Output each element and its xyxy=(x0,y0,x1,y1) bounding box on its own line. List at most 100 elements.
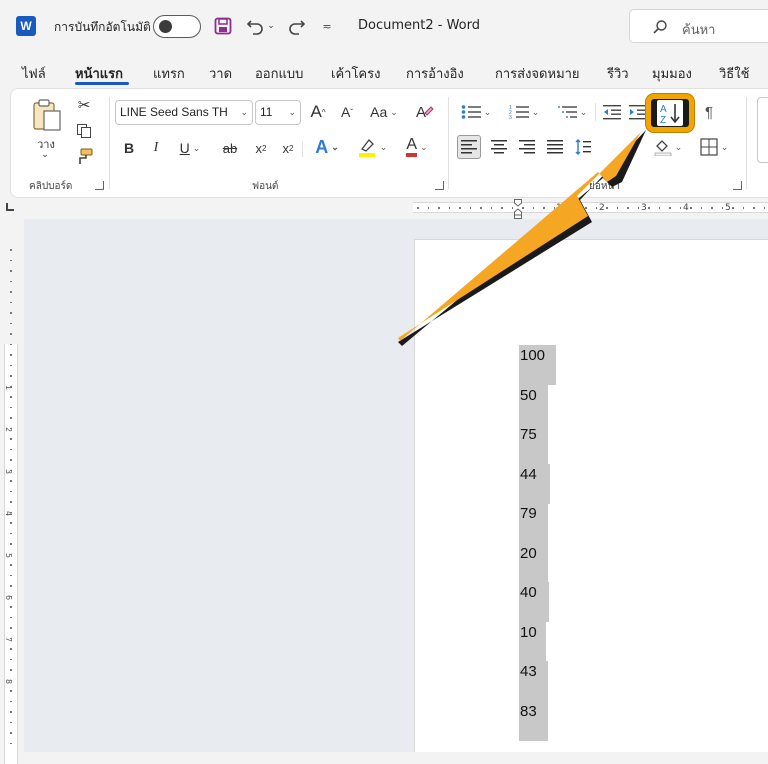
align-left-button[interactable] xyxy=(457,135,481,159)
indent-marker[interactable] xyxy=(514,199,522,219)
shading-button[interactable]: ⌄ xyxy=(651,135,685,159)
vertical-ruler: 1 2 3 4 5 6 7 8 xyxy=(4,219,18,764)
underline-button[interactable]: U ⌄ xyxy=(173,137,207,159)
ruler-tick xyxy=(10,354,12,356)
document-line[interactable]: 50 xyxy=(519,385,548,425)
copy-icon[interactable] xyxy=(74,121,94,141)
tab-design[interactable]: ออกแบบ xyxy=(255,63,303,84)
tab-references[interactable]: การอ้างอิง xyxy=(406,63,464,84)
svg-text:3: 3 xyxy=(509,115,512,120)
tab-draw[interactable]: วาด xyxy=(209,63,232,84)
decrease-indent-icon[interactable] xyxy=(601,101,623,123)
shrink-font-button[interactable]: Aˇ xyxy=(336,101,358,123)
tab-layout[interactable]: เค้าโครง xyxy=(331,63,380,84)
format-painter-icon[interactable] xyxy=(74,147,94,167)
tab-view[interactable]: มุมมอง xyxy=(652,63,692,84)
numbering-button[interactable]: 1 2 3 ⌄ xyxy=(505,101,543,123)
line-spacing-icon[interactable] xyxy=(571,135,595,159)
multilevel-list-button[interactable]: ⌄ xyxy=(553,101,591,123)
ruler-number: 3 xyxy=(641,203,647,213)
undo-dropdown-chevron-icon[interactable]: ⌄ xyxy=(266,14,276,38)
sort-button[interactable]: AZ xyxy=(646,94,694,132)
ruler-tick xyxy=(10,721,12,723)
document-line[interactable]: 75 xyxy=(519,424,548,464)
ruler-strip[interactable]: 1 2 3 4 5 xyxy=(413,202,768,213)
ruler-tick xyxy=(10,595,12,597)
font-launcher-icon[interactable] xyxy=(435,181,444,190)
tab-home[interactable]: หน้าแรก xyxy=(75,63,123,84)
ruler-tick xyxy=(753,207,755,209)
sort-az-icon: AZ xyxy=(657,100,683,126)
document-line[interactable]: 100 xyxy=(519,345,556,385)
ruler-tick xyxy=(10,564,12,566)
ruler-tick xyxy=(480,207,482,209)
redo-icon[interactable] xyxy=(286,14,308,38)
highlight-color-button[interactable]: ⌄ xyxy=(353,135,391,159)
ruler-tick xyxy=(469,207,471,209)
bold-button[interactable]: B xyxy=(119,137,139,159)
ruler-tick xyxy=(10,364,12,366)
superscript-button[interactable]: x2 xyxy=(278,137,298,159)
ruler-tick xyxy=(10,522,12,524)
document-page[interactable] xyxy=(414,239,768,752)
save-icon[interactable] xyxy=(212,14,234,38)
show-formatting-marks-icon[interactable]: ¶ xyxy=(701,101,717,123)
autosave-toggle[interactable] xyxy=(153,15,201,38)
ruler-tick xyxy=(10,438,12,440)
ruler-tick xyxy=(448,207,450,209)
document-line[interactable]: 44 xyxy=(519,464,550,504)
svg-text:A: A xyxy=(416,104,426,121)
ruler-tick xyxy=(742,207,744,209)
italic-button[interactable]: I xyxy=(146,137,166,159)
document-line[interactable]: 79 xyxy=(519,503,548,543)
cut-icon[interactable]: ✂ xyxy=(74,95,94,115)
ruler-tick xyxy=(564,207,566,209)
document-line[interactable]: 10 xyxy=(519,622,546,662)
tab-help[interactable]: วิธีใช้ xyxy=(719,63,749,84)
ruler-tick xyxy=(10,249,12,251)
font-size-combo[interactable]: 11 ⌄ xyxy=(255,100,301,125)
ruler-tick xyxy=(10,312,12,314)
strikethrough-button[interactable]: ab xyxy=(218,137,242,159)
ruler-tick xyxy=(511,207,513,209)
document-line[interactable]: 83 xyxy=(519,701,548,741)
font-color-button[interactable]: A ⌄ xyxy=(399,135,435,159)
document-line[interactable]: 43 xyxy=(519,661,548,701)
font-name-combo[interactable]: LINE Seed Sans TH ⌄ xyxy=(115,100,253,125)
search-placeholder: ค้นหา xyxy=(682,23,716,38)
grow-font-button[interactable]: A ^ xyxy=(307,101,329,123)
search-box[interactable]: ค้นหา xyxy=(629,9,768,43)
bullets-button[interactable]: ⌄ xyxy=(457,101,495,123)
align-right-icon[interactable] xyxy=(515,135,539,159)
change-case-button[interactable]: Aa ⌄ xyxy=(366,101,402,123)
styles-gallery[interactable] xyxy=(757,97,768,163)
tab-selector-icon[interactable] xyxy=(6,203,14,211)
justify-icon[interactable] xyxy=(543,135,567,159)
paragraph-launcher-icon[interactable] xyxy=(733,181,742,190)
document-line[interactable]: 20 xyxy=(519,543,548,583)
text-effects-button[interactable]: A ⌄ xyxy=(309,135,345,159)
borders-button[interactable]: ⌄ xyxy=(696,135,732,159)
ruler-tick xyxy=(10,690,12,692)
tab-review[interactable]: รีวิว xyxy=(607,63,629,84)
clear-formatting-icon[interactable]: A xyxy=(412,100,436,124)
ruler-tick xyxy=(10,301,12,303)
ruler-tick xyxy=(490,207,492,209)
ruler-tick xyxy=(10,333,12,335)
paste-icon[interactable] xyxy=(29,97,65,133)
undo-icon[interactable] xyxy=(244,14,266,38)
ruler-tick xyxy=(543,207,545,209)
customize-toolbar-icon[interactable]: ≂ xyxy=(320,14,334,38)
subscript-button[interactable]: x2 xyxy=(251,137,271,159)
grow-font-label: A xyxy=(310,102,322,121)
paste-dropdown-chevron-icon[interactable]: ⌄ xyxy=(37,149,53,160)
tab-mailings[interactable]: การส่งจดหมาย xyxy=(495,63,580,84)
align-center-icon[interactable] xyxy=(487,135,511,159)
document-line[interactable]: 40 xyxy=(519,582,549,622)
clipboard-launcher-icon[interactable] xyxy=(95,181,104,190)
ribbon-home: วาง ⌄ ✂ คลิปบอร์ด LINE Seed Sans TH ⌄ 11 ⌄… xyxy=(10,88,768,198)
tab-file[interactable]: ไฟล์ xyxy=(22,63,46,84)
ruler-tick xyxy=(501,207,503,209)
font-size-dropdown-icon: ⌄ xyxy=(288,107,296,117)
tab-insert[interactable]: แทรก xyxy=(153,63,185,84)
